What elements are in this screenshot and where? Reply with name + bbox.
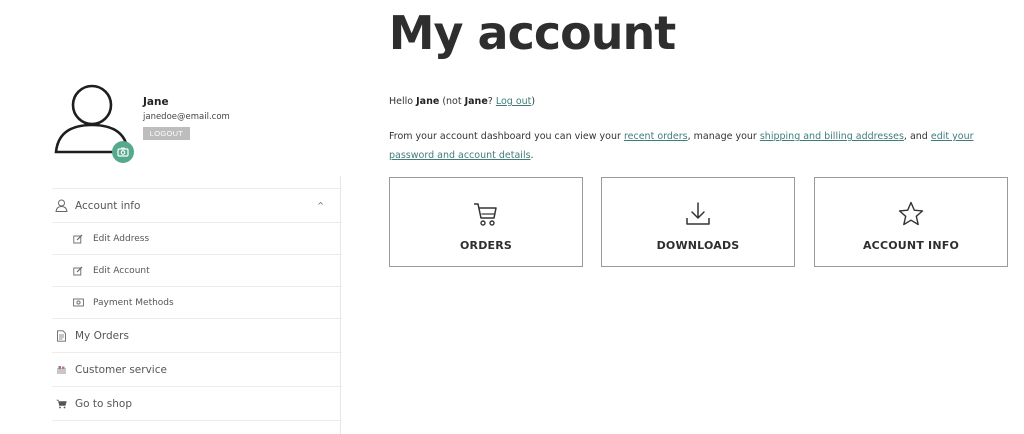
cart-icon — [472, 200, 500, 228]
sidebar-item-go-to-shop[interactable]: Go to shop — [52, 386, 342, 420]
money-icon — [72, 297, 84, 309]
intro-text: , manage your — [687, 131, 757, 142]
logout-link[interactable]: Log out — [496, 96, 532, 107]
camera-icon — [117, 147, 129, 157]
intro-text: From your account dashboard you can view… — [389, 131, 621, 142]
avatar[interactable] — [52, 80, 134, 163]
sidebar-item-my-orders[interactable]: My Orders — [52, 318, 342, 352]
sidebar-item-customer-service[interactable]: Customer service — [52, 352, 342, 386]
greeting-not-name: Jane — [464, 96, 488, 107]
intro-text: , and — [903, 131, 928, 142]
user-email: janedoe@email.com — [143, 112, 230, 122]
download-icon — [684, 200, 712, 228]
user-name: Jane — [143, 96, 169, 108]
sidebar-item-label: Edit Address — [93, 233, 150, 244]
cart-icon — [54, 397, 68, 411]
divider — [52, 420, 342, 421]
chevron-up-icon[interactable]: ^ — [317, 201, 324, 210]
greeting-name: Jane — [416, 96, 440, 107]
card-label: DOWNLOADS — [656, 239, 740, 252]
sidebar-item-account-info[interactable]: Account info ^ — [52, 188, 342, 222]
greeting-close: ) — [531, 96, 536, 107]
sidebar-item-label: Go to shop — [75, 397, 132, 410]
edit-icon — [72, 265, 84, 277]
card-label: ACCOUNT INFO — [862, 239, 960, 252]
greeting-not: (not — [442, 96, 462, 107]
downloads-card[interactable]: DOWNLOADS — [601, 177, 795, 267]
dashboard-intro: From your account dashboard you can view… — [389, 127, 1014, 165]
sidebar-item-label: Customer service — [75, 363, 167, 376]
orders-card[interactable]: ORDERS — [389, 177, 583, 267]
greeting-hello: Hello — [389, 96, 414, 107]
change-photo-button[interactable] — [112, 141, 134, 163]
greeting-question: ? — [487, 96, 493, 107]
sidebar-item-payment-methods[interactable]: Payment Methods — [52, 286, 342, 318]
profile-panel: Jane janedoe@email.com LOGOUT — [52, 80, 342, 170]
sidebar-item-label: My Orders — [75, 329, 129, 342]
sidebar-item-label: Account info — [75, 199, 141, 212]
support-icon — [54, 363, 68, 377]
recent-orders-link[interactable]: recent orders — [624, 131, 688, 142]
logout-button[interactable]: LOGOUT — [143, 127, 190, 140]
account-info-card[interactable]: ACCOUNT INFO — [814, 177, 1008, 267]
sidebar-item-label: Edit Account — [93, 265, 150, 276]
greeting-text: Hello Jane (not Jane? Log out) — [389, 96, 535, 107]
sidebar-item-label: Payment Methods — [93, 297, 174, 308]
addresses-link[interactable]: shipping and billing addresses — [760, 131, 904, 142]
sidebar-item-edit-address[interactable]: Edit Address — [52, 222, 342, 254]
page-title: My account — [388, 6, 676, 60]
account-sidebar: Account info ^ Edit Address Edit Account… — [52, 188, 342, 421]
card-label: ORDERS — [459, 239, 513, 252]
star-icon — [897, 200, 925, 228]
document-icon — [54, 329, 68, 343]
user-icon — [54, 199, 68, 213]
edit-icon — [72, 233, 84, 245]
sidebar-item-edit-account[interactable]: Edit Account — [52, 254, 342, 286]
intro-text: . — [530, 150, 534, 161]
